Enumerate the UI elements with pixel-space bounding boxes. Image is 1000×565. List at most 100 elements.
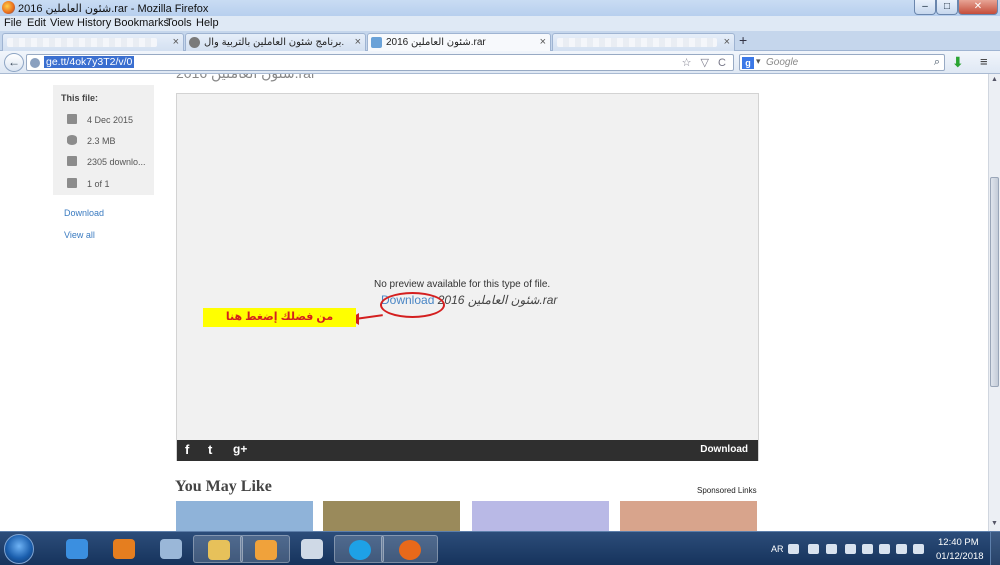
tab-3[interactable]: شئون العاملين 2016.rar × — [367, 33, 551, 51]
search-placeholder[interactable]: Google — [766, 57, 798, 68]
hamburger-menu-icon[interactable]: ≡ — [980, 54, 988, 69]
database-icon — [67, 135, 77, 145]
tab-2[interactable]: برنامج شئون العاملين بالتربية وال... × — [185, 33, 366, 51]
taskbar-ie[interactable] — [52, 535, 102, 563]
tab-4-redacted — [557, 38, 717, 47]
window-title: شئون العاملين 2016.rar - Mozilla Firefox — [18, 3, 209, 15]
you-may-like-heading: You May Like — [175, 478, 272, 495]
file-date-row: 4 Dec 2015 — [67, 114, 133, 125]
tray-update-icon[interactable] — [862, 544, 873, 554]
share-bar: f t g+ Download — [177, 440, 758, 461]
preview-area: No preview available for this type of fi… — [176, 93, 759, 461]
share-bar-download-button[interactable]: Download — [700, 444, 748, 455]
network-app-icon — [160, 539, 182, 559]
tray-network-icon[interactable] — [808, 544, 819, 554]
taskbar-network[interactable] — [146, 535, 196, 563]
calendar-icon — [67, 114, 77, 124]
tray-keyboard-icon[interactable] — [788, 544, 799, 554]
download-count-icon — [67, 156, 77, 166]
close-button[interactable]: ✕ — [958, 0, 998, 15]
firefox-icon — [399, 540, 421, 560]
taskbar-window[interactable] — [287, 535, 337, 563]
tab-3-title: شئون العاملين 2016.rar — [386, 37, 486, 48]
scroll-down-icon[interactable]: ▼ — [990, 520, 999, 527]
file-size-row: 2.3 MB — [67, 135, 116, 146]
title-bar: شئون العاملين 2016.rar - Mozilla Firefox… — [0, 0, 1000, 16]
sponsored-thumb-1[interactable] — [176, 501, 313, 531]
tray-monitor-icon[interactable] — [879, 544, 890, 554]
site-identity-icon[interactable] — [30, 58, 40, 68]
sponsored-links-label: Sponsored Links — [697, 486, 757, 495]
tray-volume-icon[interactable] — [896, 544, 907, 554]
menu-history[interactable]: History — [77, 17, 111, 29]
media-player-icon — [255, 540, 277, 560]
facebook-icon[interactable]: f — [185, 442, 189, 457]
sponsored-thumb-4[interactable] — [620, 501, 757, 531]
file-info-box: This file: 4 Dec 2015 2.3 MB 2305 downlo… — [53, 85, 154, 195]
file-pages-row: 1 of 1 — [67, 178, 110, 189]
folder-icon — [208, 540, 230, 560]
search-bar[interactable]: g ▾ Google ⌕ — [739, 54, 945, 71]
taskbar-skype[interactable] — [334, 535, 384, 563]
file-name: شئون العاملين 2016.rar — [437, 293, 558, 307]
tab-1[interactable]: × — [2, 33, 184, 51]
url-actions-icons[interactable]: ☆ ▽ C — [682, 56, 729, 69]
tray-flag-icon[interactable] — [913, 544, 924, 554]
engine-dropdown-icon[interactable]: ▾ — [756, 56, 761, 67]
google-engine-icon[interactable]: g — [742, 57, 754, 69]
tray-security-icon[interactable] — [845, 544, 856, 554]
orange-app-icon — [113, 539, 135, 559]
tab-2-close-icon[interactable]: × — [355, 36, 361, 48]
back-button[interactable]: ← — [4, 53, 24, 72]
downloads-icon[interactable]: ⬇ — [952, 54, 964, 71]
tab-3-favicon-icon — [371, 37, 382, 48]
file-pages: 1 of 1 — [87, 179, 110, 189]
new-tab-button[interactable]: + — [739, 32, 747, 48]
clock-date[interactable]: 01/12/2018 — [936, 551, 984, 562]
firefox-logo-icon — [2, 1, 15, 14]
menu-edit[interactable]: Edit — [27, 17, 46, 29]
maximize-button[interactable]: □ — [936, 0, 958, 15]
sponsored-thumb-3[interactable] — [472, 501, 609, 531]
tray-app-icon[interactable] — [826, 544, 837, 554]
tab-1-close-icon[interactable]: × — [173, 36, 179, 48]
clock-time[interactable]: 12:40 PM — [938, 537, 979, 548]
sponsored-thumb-2[interactable] — [323, 501, 460, 531]
tab-4-close-icon[interactable]: × — [724, 36, 730, 48]
url-bar[interactable]: ge.tt/4ok7y3T2/v/0 ☆ ▽ C — [26, 54, 734, 71]
tab-3-close-icon[interactable]: × — [540, 36, 546, 48]
menu-bookmarks[interactable]: Bookmarks — [114, 17, 169, 29]
taskbar-firefox[interactable] — [381, 535, 438, 563]
file-heading: 2016 شئون العاملين.rar — [176, 74, 316, 82]
google-plus-icon[interactable]: g+ — [233, 442, 247, 456]
vertical-scrollbar[interactable]: ▲ ▼ — [988, 74, 1000, 531]
taskbar-explorer[interactable] — [193, 535, 243, 563]
file-date: 4 Dec 2015 — [87, 115, 134, 125]
tab-bar: × برنامج شئون العاملين بالتربية وال... ×… — [0, 31, 1000, 51]
tab-1-redacted — [7, 38, 157, 47]
menu-view[interactable]: View — [50, 17, 74, 29]
file-downloads: 2305 downlo... — [87, 157, 146, 167]
taskbar-media[interactable] — [240, 535, 290, 563]
sidebar-view-all-link[interactable]: View all — [64, 230, 95, 240]
scroll-up-icon[interactable]: ▲ — [990, 76, 999, 83]
language-indicator[interactable]: AR — [771, 544, 784, 554]
window-icon — [301, 539, 323, 559]
file-info-title: This file: — [61, 93, 99, 103]
show-desktop-button[interactable] — [990, 532, 1000, 565]
menu-help[interactable]: Help — [196, 17, 219, 29]
tab-4[interactable]: × — [552, 33, 735, 51]
menu-tools[interactable]: Tools — [166, 17, 192, 29]
no-preview-text: No preview available for this type of fi… — [374, 279, 551, 290]
start-button-icon[interactable] — [4, 534, 34, 564]
url-text[interactable]: ge.tt/4ok7y3T2/v/0 — [44, 56, 135, 68]
minimize-button[interactable]: – — [914, 0, 936, 15]
pages-icon — [67, 178, 77, 188]
sidebar-download-link[interactable]: Download — [64, 208, 104, 218]
search-icon[interactable]: ⌕ — [934, 56, 940, 69]
taskbar-app-orange[interactable] — [99, 535, 149, 563]
highlight-ellipse — [380, 292, 445, 318]
scroll-thumb[interactable] — [990, 177, 999, 387]
twitter-icon[interactable]: t — [208, 442, 212, 457]
menu-file[interactable]: File — [4, 17, 22, 29]
